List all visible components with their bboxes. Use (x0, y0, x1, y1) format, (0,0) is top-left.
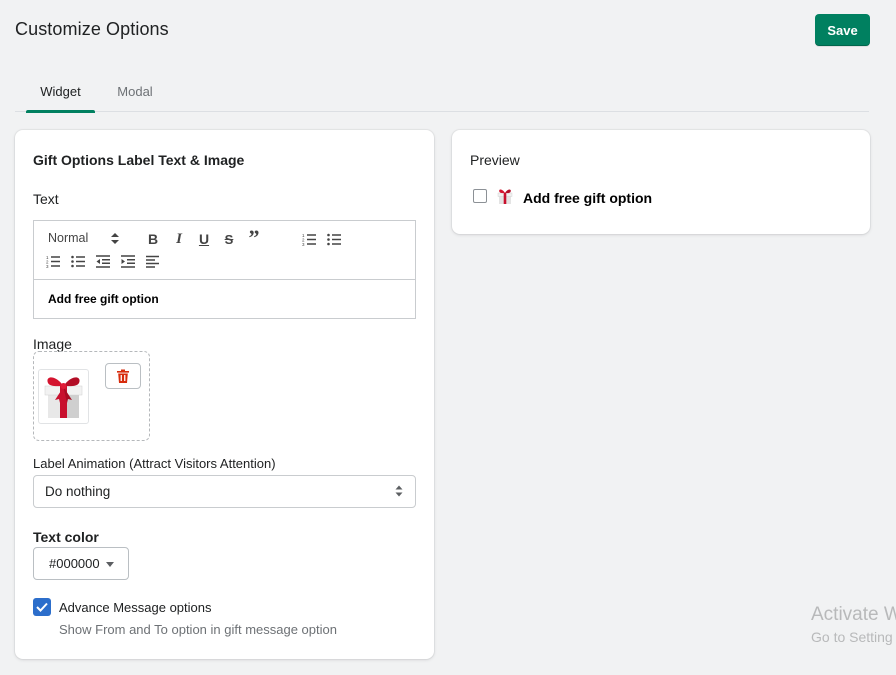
text-color-label: Text color (33, 529, 99, 545)
svg-text:3: 3 (46, 264, 49, 268)
label-animation-label: Label Animation (Attract Visitors Attent… (33, 456, 276, 471)
caret-down-icon (106, 562, 114, 567)
align-left-icon[interactable] (146, 255, 159, 268)
italic-icon[interactable]: I (171, 230, 187, 248)
preview-card: Preview Add free gift option (452, 130, 870, 234)
bullet-list-icon[interactable] (327, 233, 341, 246)
blockquote-icon[interactable]: ” (246, 225, 262, 250)
gift-box-icon (497, 189, 513, 204)
advance-message-checkbox[interactable] (33, 598, 51, 616)
up-down-arrows-icon (111, 233, 119, 244)
tab-widget[interactable]: Widget (26, 70, 95, 113)
text-color-value: #000000 (49, 556, 100, 571)
ordered-list-icon[interactable]: 1 2 3 (46, 255, 60, 268)
label-settings-card: Gift Options Label Text & Image Text Nor… (15, 130, 434, 659)
delete-image-button[interactable] (105, 363, 141, 389)
svg-text:3: 3 (302, 242, 305, 246)
strikethrough-icon[interactable]: S (221, 230, 237, 248)
gift-image-thumbnail (38, 369, 89, 424)
save-button[interactable]: Save (815, 14, 870, 46)
text-color-picker[interactable]: #000000 (33, 547, 129, 580)
bullet-list-icon[interactable] (71, 255, 85, 268)
editor-content[interactable]: Add free gift option (48, 292, 159, 306)
underline-icon[interactable]: U (196, 230, 212, 248)
bold-icon[interactable]: B (145, 230, 161, 248)
tab-bar: Widget Modal (15, 70, 869, 113)
format-select-value: Normal (48, 231, 89, 245)
tab-modal[interactable]: Modal (103, 70, 167, 112)
indent-icon[interactable] (121, 255, 135, 268)
label-animation-select[interactable]: Do nothing (33, 475, 416, 508)
preview-title: Preview (470, 152, 520, 168)
advance-message-help: Show From and To option in gift message … (59, 622, 337, 637)
label-animation-value: Do nothing (45, 484, 111, 499)
advance-message-label[interactable]: Advance Message options (59, 600, 211, 615)
image-upload-area[interactable] (33, 351, 150, 441)
format-select[interactable]: Normal (48, 229, 128, 247)
editor-toolbar: Normal B I U S ” 1 2 3 1 2 3 (34, 221, 415, 280)
trash-icon (117, 369, 129, 383)
card-title: Gift Options Label Text & Image (33, 152, 245, 168)
ordered-list-icon[interactable]: 1 2 3 (302, 233, 316, 246)
activate-windows-settings-hint: Go to Setting (811, 629, 893, 645)
page-title: Customize Options (15, 19, 169, 39)
activate-windows-watermark: Activate W (811, 604, 896, 625)
preview-gift-checkbox[interactable] (473, 189, 487, 203)
up-down-arrows-icon (395, 485, 403, 497)
gift-box-icon (44, 377, 83, 418)
preview-label-text[interactable]: Add free gift option (523, 190, 652, 206)
rich-text-editor: Normal B I U S ” 1 2 3 1 2 3 Add free gi… (33, 220, 416, 319)
checkmark-icon (36, 602, 48, 612)
image-label: Image (33, 336, 72, 352)
outdent-icon[interactable] (96, 255, 110, 268)
text-label: Text (33, 191, 59, 207)
